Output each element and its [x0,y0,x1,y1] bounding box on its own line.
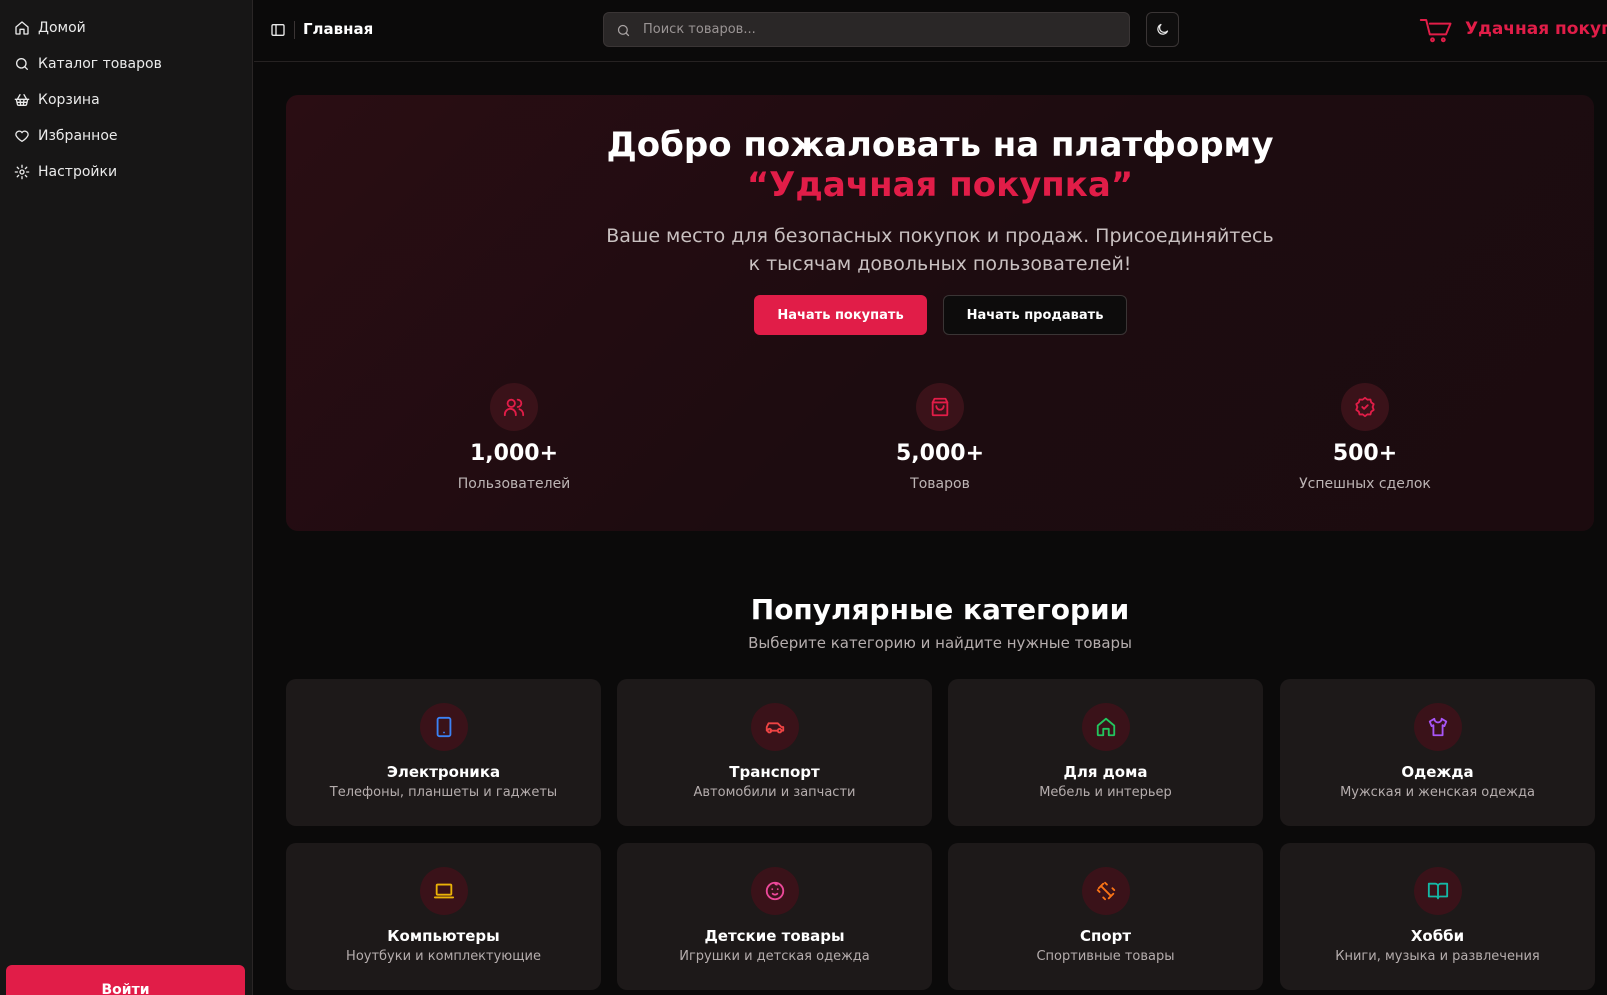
category-card-kids[interactable]: Детские товары Игрушки и детская одежда [617,843,932,990]
category-desc: Книги, музыка и развлечения [1335,949,1540,964]
gear-icon [14,164,30,180]
search-box [603,12,1130,47]
stat-label: Товаров [910,476,970,492]
stat-icon-wrap [916,383,964,431]
category-desc: Игрушки и детская одежда [679,949,870,964]
brand-name: Удачная покупка [1465,19,1607,39]
categories-subtitle: Выберите категорию и найдите нужные това… [748,634,1132,652]
categories-title: Популярные категории [750,593,1130,626]
start-selling-button[interactable]: Начать продавать [943,295,1127,335]
category-desc: Телефоны, планшеты и гаджеты [329,785,558,800]
category-card-transport[interactable]: Транспорт Автомобили и запчасти [617,679,932,826]
login-button[interactable]: Войти [6,965,245,995]
top-header: Главная Удачная покупка [254,0,1607,62]
hero-subtitle: Ваше место для безопасных покупок и прод… [606,225,1274,275]
page-title: Главная [303,20,374,38]
sidebar-item-favorites[interactable]: Избранное [0,118,252,154]
car-icon [765,722,784,734]
category-desc: Ноутбуки и комплектующие [346,949,541,964]
sidebar-item-catalog[interactable]: Каталог товаров [0,46,252,82]
category-name: Электроника [386,763,501,781]
baby-icon [765,881,784,901]
search-icon [617,24,630,37]
stat-users: 1,000+ Пользователей [394,383,634,492]
category-icon-wrap [1081,703,1130,751]
stat-label: Успешных сделок [1299,476,1431,492]
theme-toggle-button[interactable] [1146,12,1179,47]
sidebar-item-label: Домой [38,20,86,36]
sidebar-item-cart[interactable]: Корзина [0,82,252,118]
stat-icon-wrap [1341,383,1389,431]
category-card-computers[interactable]: Компьютеры Ноутбуки и комплектующие [286,843,601,990]
stat-value: 1,000+ [469,441,559,466]
category-icon-wrap [1081,867,1130,915]
moon-icon [1157,23,1169,35]
hero-section: Добро пожаловать на платформу “Удачная п… [286,95,1594,531]
users-icon [503,398,525,417]
laptop-icon [433,883,454,899]
sidebar-toggle-icon[interactable] [270,22,286,38]
book-icon [1427,882,1448,900]
category-name: Спорт [1079,927,1132,945]
category-icon-wrap [1413,703,1462,751]
category-icon-wrap [750,703,799,751]
category-desc: Автомобили и запчасти [693,785,856,800]
sidebar: Домой Каталог товаров Корзина Избранное … [0,0,253,995]
category-name: Для дома [1063,763,1148,781]
category-icon-wrap [419,867,468,915]
category-card-electronics[interactable]: Электроника Телефоны, планшеты и гаджеты [286,679,601,826]
category-desc: Спортивные товары [1036,949,1175,964]
category-icon-wrap [1413,867,1462,915]
stat-deals: 500+ Успешных сделок [1245,383,1485,492]
basket-icon [14,94,30,106]
sidebar-item-label: Корзина [38,92,100,108]
sidebar-item-label: Настройки [38,164,118,180]
stat-value: 5,000+ [895,441,985,466]
shirt-icon [1428,717,1447,737]
sidebar-item-home[interactable]: Домой [0,10,252,46]
category-name: Компьютеры [387,927,500,945]
category-card-home[interactable]: Для дома Мебель и интерьер [948,679,1263,826]
category-desc: Мужская и женская одежда [1340,785,1535,800]
home-icon [15,21,29,35]
hero-brand-title: “Удачная покупка” [746,165,1134,205]
category-card-hobby[interactable]: Хобби Книги, музыка и развлечения [1280,843,1595,990]
stat-products: 5,000+ Товаров [820,383,1060,492]
sidebar-item-settings[interactable]: Настройки [0,154,252,190]
search-icon [16,58,28,70]
category-name: Хобби [1410,927,1465,945]
category-card-sport[interactable]: Спорт Спортивные товары [948,843,1263,990]
sidebar-nav: Домой Каталог товаров Корзина Избранное … [0,0,252,190]
badge-check-icon [1355,396,1375,418]
category-icon-wrap [419,703,468,751]
start-buying-button[interactable]: Начать покупать [754,295,927,335]
tablet-icon [436,716,451,738]
cart-logo-icon [1419,19,1452,43]
header-divider [294,21,295,39]
category-icon-wrap [750,867,799,915]
heart-icon [15,130,29,142]
stat-icon-wrap [490,383,538,431]
dumbbell-icon [1096,881,1115,901]
category-name: Детские товары [704,927,845,945]
house-icon [1096,717,1115,737]
shopping-bag-icon [931,397,949,417]
category-name: Одежда [1401,763,1474,781]
brand-logo[interactable]: Удачная покупка [1419,14,1607,44]
stat-value: 500+ [1332,441,1398,466]
category-name: Транспорт [729,763,820,781]
sidebar-item-label: Избранное [38,128,118,144]
category-card-clothing[interactable]: Одежда Мужская и женская одежда [1280,679,1595,826]
sidebar-item-label: Каталог товаров [38,56,162,72]
hero-title: Добро пожаловать на платформу [606,125,1274,165]
category-desc: Мебель и интерьер [1039,785,1172,800]
stat-label: Пользователей [457,476,571,492]
search-input[interactable] [643,13,1113,46]
